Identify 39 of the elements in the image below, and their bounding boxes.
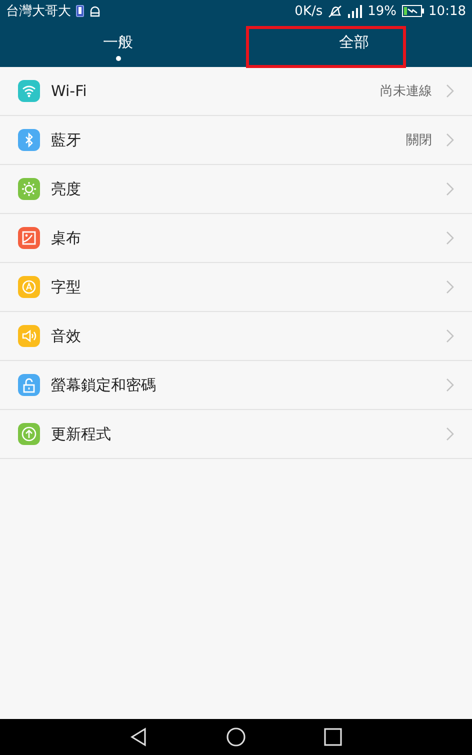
setting-label: 螢幕鎖定和密碼 xyxy=(51,376,157,394)
clock: 10:18 xyxy=(428,4,466,18)
chevron-icon xyxy=(446,329,454,343)
settings-item[interactable]: 音效 xyxy=(0,312,472,361)
setting-label: 藍牙 xyxy=(51,130,82,150)
chevron-icon xyxy=(446,280,454,294)
chevron-icon xyxy=(446,378,454,392)
settings-item[interactable]: 螢幕鎖定和密碼 xyxy=(0,361,472,410)
network-speed: 0K/s xyxy=(294,4,323,18)
setting-label: 桌布 xyxy=(51,228,82,248)
settings-item[interactable]: 藍牙 關閉 xyxy=(0,116,472,165)
setting-value: 關閉 xyxy=(406,132,432,149)
setting-label: 音效 xyxy=(51,326,82,346)
battery-charging-icon xyxy=(402,5,424,17)
settings-item[interactable]: Wi-Fi 尚未連線 xyxy=(0,67,472,116)
chevron-icon xyxy=(446,84,454,98)
setting-label: 亮度 xyxy=(51,180,82,198)
chevron-icon xyxy=(446,427,454,441)
chevron-icon xyxy=(446,231,454,245)
battery-percent: 19% xyxy=(368,4,397,18)
chevron-icon xyxy=(446,133,454,147)
back-icon[interactable] xyxy=(129,727,149,747)
setting-value: 尚未連線 xyxy=(380,83,432,100)
muted-bell-icon xyxy=(328,4,342,18)
setting-label: 字型 xyxy=(51,278,82,296)
signal-icon xyxy=(346,4,363,18)
tab[interactable]: 全部 xyxy=(329,22,379,67)
settings-item[interactable]: 字型 xyxy=(0,263,472,312)
settings-item[interactable]: 亮度 xyxy=(0,165,472,214)
tab[interactable]: 一般 xyxy=(93,22,143,67)
settings-item[interactable]: 桌布 xyxy=(0,214,472,263)
carrier-name: 台灣大哥大 xyxy=(6,3,71,20)
setting-label: Wi-Fi xyxy=(51,82,88,100)
recent-apps-icon[interactable] xyxy=(323,727,343,747)
setting-label: 更新程式 xyxy=(51,424,112,444)
settings-item[interactable]: 更新程式 xyxy=(0,410,472,459)
phone-icon xyxy=(76,5,84,17)
home-icon[interactable] xyxy=(226,727,246,747)
chevron-icon xyxy=(446,182,454,196)
